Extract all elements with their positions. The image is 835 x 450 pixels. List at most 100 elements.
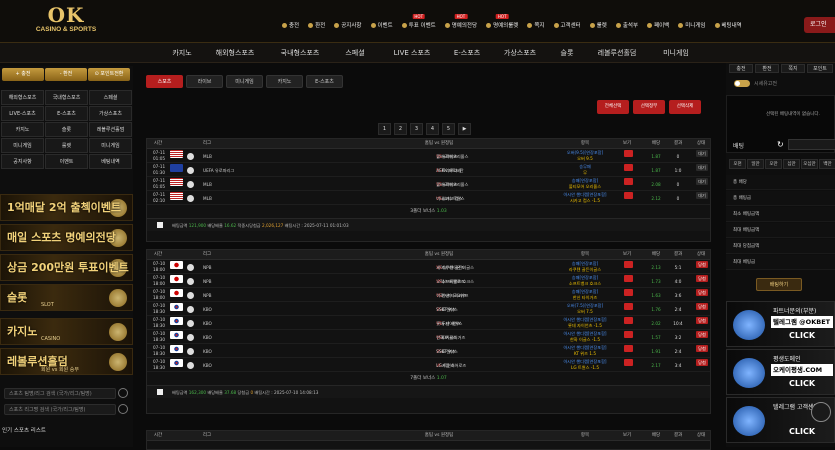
page-button[interactable]: 5: [442, 123, 455, 135]
view-icon[interactable]: [624, 317, 633, 324]
right-deposit-tab[interactable]: 충전: [729, 64, 753, 73]
top-nav-item[interactable]: 쪽지: [527, 21, 545, 29]
refresh-icon[interactable]: ↻: [777, 140, 784, 149]
top-nav-item[interactable]: 공지사항: [334, 21, 362, 29]
right-message-tab[interactable]: 쪽지: [781, 64, 805, 73]
sports-menu-item[interactable]: E-스포츠: [45, 106, 88, 121]
top-nav-item[interactable]: 이벤트: [370, 21, 393, 29]
sports-menu-item[interactable]: 미니게임: [89, 138, 132, 153]
top-nav-item[interactable]: 페이백: [647, 21, 669, 29]
action-button[interactable]: 선택정부: [633, 100, 665, 114]
bet-amount-input[interactable]: [788, 139, 835, 150]
tab-item[interactable]: 미니게임: [226, 75, 263, 88]
main-nav-item[interactable]: 슬롯: [561, 43, 574, 63]
main-nav-item[interactable]: 해외형스포츠: [216, 43, 255, 63]
view-icon[interactable]: [624, 150, 633, 157]
sports-menu-item[interactable]: 미니게임: [1, 138, 44, 153]
amount-chip[interactable]: 십만: [783, 159, 800, 169]
promo-banner[interactable]: 파트너문의(부분) 텔레그램 @OKBET CLICK: [726, 301, 835, 347]
view-icon[interactable]: [624, 289, 633, 296]
page-button[interactable]: 1: [378, 123, 391, 135]
promo-banner[interactable]: 1억매달 2억 출첵이벤트: [0, 194, 133, 221]
select-checkbox[interactable]: [157, 389, 163, 395]
sports-menu-item[interactable]: 스페셜: [89, 90, 132, 105]
amount-chip[interactable]: 백만: [819, 159, 835, 169]
amount-chip[interactable]: 오십만: [801, 159, 818, 169]
top-nav-item[interactable]: 고객센터: [553, 21, 581, 29]
sports-menu-item[interactable]: 룰렛: [45, 138, 88, 153]
login-button[interactable]: 로그인: [804, 17, 835, 33]
view-icon[interactable]: [624, 178, 633, 185]
tab-item[interactable]: 카지노: [266, 75, 303, 88]
league-search-input[interactable]: 스포츠 리그명 검색 (국가/리그/팀명): [4, 404, 116, 415]
tab-item[interactable]: 스포츠: [146, 75, 183, 88]
top-nav-item[interactable]: 명예의전당 HOT: [444, 14, 477, 29]
promo-banner[interactable]: 매일 스포츠 명예의전당: [0, 224, 133, 251]
top-nav-item[interactable]: 환전: [308, 21, 325, 29]
sports-menu-item[interactable]: 카지노: [1, 122, 44, 137]
sports-menu-item[interactable]: 공지사항: [1, 154, 44, 169]
chat-icon[interactable]: [811, 402, 831, 422]
place-bet-button[interactable]: 배팅하기: [756, 278, 802, 291]
sports-menu-item[interactable]: LIVE-스포츠: [1, 106, 44, 121]
action-button[interactable]: 전체선택: [597, 100, 629, 114]
main-nav-item[interactable]: 국내형스포츠: [281, 43, 320, 63]
sports-menu-item[interactable]: 베팅내역: [89, 154, 132, 169]
top-nav-item[interactable]: 충전: [282, 21, 299, 29]
view-icon[interactable]: [624, 359, 633, 366]
search-icon[interactable]: [118, 404, 128, 414]
search-icon[interactable]: [118, 388, 128, 398]
site-logo[interactable]: OK CASINO & SPORTS: [30, 4, 102, 40]
deposit-button[interactable]: + 충전: [2, 68, 44, 81]
tab-item[interactable]: E-스포츠: [306, 75, 343, 88]
action-button[interactable]: 선택삭제: [669, 100, 701, 114]
main-nav-item[interactable]: E-스포츠: [454, 43, 480, 63]
sports-menu-item[interactable]: 국내형스포츠: [45, 90, 88, 105]
point-convert-button[interactable]: ⊙ 포인트전환: [88, 68, 130, 81]
right-point-tab[interactable]: 포인트: [807, 64, 833, 73]
sports-menu-item[interactable]: 슬롯: [45, 122, 88, 137]
top-nav-item[interactable]: 출석부: [615, 21, 638, 29]
main-nav-item[interactable]: LIVE 스포츠: [394, 43, 431, 63]
team-search-input[interactable]: 스포츠 팀명/리그 검색 (국가/리그/팀명): [4, 388, 116, 399]
amount-chip[interactable]: 오만: [765, 159, 782, 169]
promo-banner[interactable]: 상금 200만원 투표이벤트: [0, 254, 133, 281]
main-nav-item[interactable]: 가상스포츠: [504, 43, 536, 63]
sports-menu-item[interactable]: 이벤트: [45, 154, 88, 169]
promo-banner[interactable]: 평생도메인 오케이평생.COM CLICK: [726, 349, 835, 395]
view-icon[interactable]: [624, 275, 633, 282]
sports-menu-item[interactable]: 해외형스포츠: [1, 90, 44, 105]
top-nav-item[interactable]: 룰렛: [589, 21, 607, 29]
page-button[interactable]: ▶: [458, 123, 471, 135]
page-button[interactable]: 3: [410, 123, 423, 135]
odds-toggle[interactable]: [734, 80, 750, 87]
main-nav-item[interactable]: 레볼루션홀덤: [598, 43, 637, 63]
view-icon[interactable]: [624, 261, 633, 268]
view-icon[interactable]: [624, 345, 633, 352]
main-nav-item[interactable]: 스페셜: [345, 43, 364, 63]
promo-banner[interactable]: 카지노 CASINO: [0, 318, 133, 345]
top-nav-item[interactable]: 명예의룰렛 HOT: [486, 14, 518, 29]
amount-chip[interactable]: 일만: [747, 159, 764, 169]
top-nav-item[interactable]: 미니게임: [678, 21, 706, 29]
promo-banner[interactable]: 레볼루션홀덤 회원 vs 회원 승부: [0, 348, 133, 375]
tab-item[interactable]: 라이브: [186, 75, 223, 88]
select-checkbox[interactable]: [157, 222, 163, 228]
view-icon[interactable]: [624, 192, 633, 199]
view-icon[interactable]: [624, 303, 633, 310]
sports-menu-item[interactable]: 레볼루션홀덤: [89, 122, 132, 137]
promo-banner[interactable]: 슬롯 SLOT: [0, 284, 133, 311]
top-nav-item[interactable]: 투표 이벤트 HOT: [401, 14, 436, 29]
page-button[interactable]: 2: [394, 123, 407, 135]
page-button[interactable]: 4: [426, 123, 439, 135]
right-withdraw-tab[interactable]: 환전: [755, 64, 779, 73]
withdraw-button[interactable]: - 환전: [45, 68, 87, 81]
sports-menu-item[interactable]: 가상스포츠: [89, 106, 132, 121]
top-nav-item[interactable]: 베팅내역: [714, 21, 742, 29]
main-nav-item[interactable]: 미니게임: [663, 43, 689, 63]
amount-chip[interactable]: 오천: [729, 159, 746, 169]
view-icon[interactable]: [624, 164, 633, 171]
main-nav-item[interactable]: 카지노: [172, 43, 191, 63]
view-icon[interactable]: [624, 331, 633, 338]
ball-icon: [187, 306, 194, 313]
